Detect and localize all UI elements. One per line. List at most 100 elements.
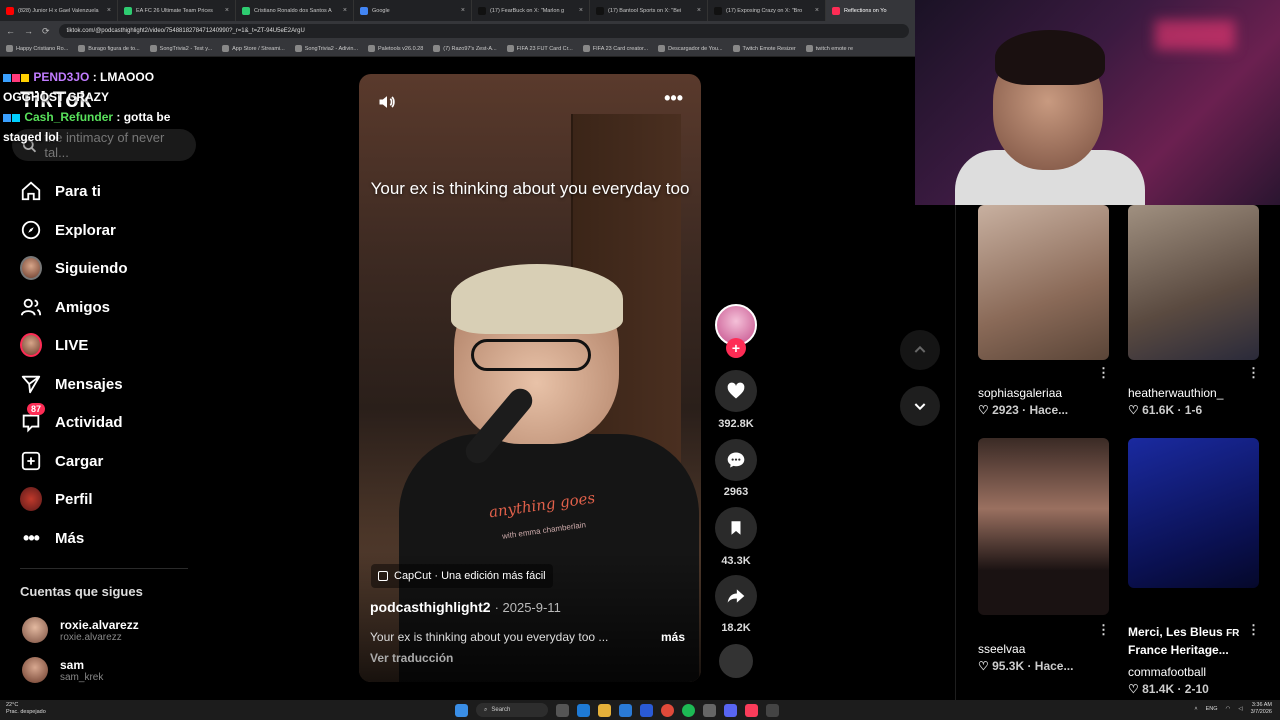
- tab-title: Reflections on Yo: [844, 7, 887, 14]
- video-thumbnail[interactable]: [1128, 438, 1259, 588]
- video-thumbnail[interactable]: [978, 438, 1109, 615]
- mail-icon[interactable]: [640, 703, 653, 717]
- video-thumbnail[interactable]: [978, 205, 1109, 360]
- save-button[interactable]: [715, 507, 757, 549]
- app-icon[interactable]: [766, 703, 779, 717]
- browser-tab[interactable]: EA FC 26 Ultimate Team Prices ×: [118, 0, 236, 21]
- more-options-icon[interactable]: ⋮: [1247, 622, 1260, 638]
- browser-tab[interactable]: (17) Bantool Sports on X: "Bei ×: [590, 0, 708, 21]
- edge-icon[interactable]: [577, 703, 590, 717]
- browser-tab[interactable]: (17) Exposing Crazy on X: "Bro ×: [708, 0, 826, 21]
- follow-plus-icon[interactable]: +: [726, 338, 746, 358]
- bookmark-label: FIFA 23 Card creator...: [592, 45, 649, 52]
- nav-actividad[interactable]: 87 Actividad: [20, 403, 123, 435]
- expand-description-link[interactable]: más: [661, 630, 685, 644]
- more-options-icon[interactable]: ⋮: [1097, 365, 1110, 381]
- volume-icon[interactable]: ◁: [1238, 706, 1242, 712]
- chrome-icon[interactable]: [661, 703, 674, 717]
- bookmark-item[interactable]: Paletools v26.0.28: [368, 45, 423, 52]
- chevron-down-icon: [914, 403, 926, 411]
- bookmark-item[interactable]: SongTrivia2 - Test y...: [149, 45, 212, 52]
- browser-tab[interactable]: Reflections on Yo×: [826, 0, 915, 21]
- app-icon[interactable]: [703, 703, 716, 717]
- music-disc-icon[interactable]: [719, 644, 753, 678]
- bookmark-item[interactable]: Descargador de You...: [658, 45, 723, 52]
- bookmark-item[interactable]: SongTrivia2 - Adivin...: [294, 45, 358, 52]
- nav-para-ti[interactable]: Para ti: [20, 178, 101, 204]
- comment-button[interactable]: [715, 439, 757, 481]
- bookmark-item[interactable]: FIFA 23 Card creator...: [582, 45, 649, 52]
- close-tab-icon[interactable]: ×: [579, 7, 583, 14]
- nav-siguiendo[interactable]: Siguiendo: [20, 255, 128, 281]
- language-indicator[interactable]: ENG: [1206, 706, 1218, 712]
- close-tab-icon[interactable]: ×: [697, 7, 701, 14]
- related-user[interactable]: heatherwauthion_: [1128, 386, 1223, 400]
- related-user[interactable]: sophiasgaleriaa: [978, 386, 1062, 400]
- nav-cargar[interactable]: Cargar: [20, 448, 103, 474]
- bookmark-item[interactable]: Twitch Emote Resizer: [732, 45, 796, 52]
- previous-video-button[interactable]: [900, 330, 940, 370]
- nav-label: Más: [55, 529, 85, 547]
- author-name[interactable]: podcasthighlight2: [370, 599, 491, 615]
- start-icon[interactable]: [455, 703, 468, 717]
- following-account[interactable]: sam sam_krek: [22, 657, 103, 683]
- nav-explorar[interactable]: Explorar: [20, 217, 116, 243]
- discord-icon[interactable]: [724, 703, 737, 717]
- browser-tab[interactable]: (17) FearBuck on X: "Marlon g ×: [472, 0, 590, 21]
- bookmark-item[interactable]: FIFA 23 FUT Card Cr...: [506, 45, 573, 52]
- back-icon[interactable]: ←: [6, 26, 15, 36]
- related-user[interactable]: commafootball: [1128, 665, 1206, 679]
- file-explorer-icon[interactable]: [598, 703, 611, 717]
- more-options-icon[interactable]: ⋮: [1247, 365, 1260, 381]
- volume-icon[interactable]: [377, 92, 397, 117]
- bookmark-label: (7) Razo97's Zest-A...: [443, 45, 497, 52]
- see-translation-link[interactable]: Ver traducción: [370, 651, 453, 665]
- nav-mensajes[interactable]: Mensajes: [20, 371, 123, 397]
- clock[interactable]: 3:36 AM 3/7/2026: [1251, 702, 1272, 716]
- tab-favicon-icon: [478, 6, 486, 15]
- account-name: roxie.alvarezz: [60, 617, 139, 632]
- close-tab-icon[interactable]: ×: [815, 7, 819, 14]
- taskbar-search[interactable]: ⌕ Search: [476, 703, 548, 717]
- more-options-icon[interactable]: ⋮: [1097, 622, 1110, 638]
- video-thumbnail[interactable]: [1128, 205, 1259, 360]
- bookmark-item[interactable]: App Store / Streami...: [222, 45, 285, 52]
- following-account[interactable]: roxie.alvarezz roxie.alvarezz: [22, 617, 139, 643]
- music-icon[interactable]: [745, 703, 758, 717]
- forward-icon[interactable]: →: [24, 26, 33, 36]
- like-button[interactable]: [715, 370, 757, 412]
- more-options-icon[interactable]: •••: [664, 88, 683, 109]
- browser-tab[interactable]: (828) Junior H x Gael Valenzuela ×: [0, 0, 118, 21]
- close-tab-icon[interactable]: ×: [343, 7, 347, 14]
- video-player[interactable]: anything goes with emma chamberlain Your…: [359, 74, 701, 682]
- close-tab-icon[interactable]: ×: [225, 7, 229, 14]
- reload-icon[interactable]: ⟳: [42, 26, 50, 37]
- avatar: [22, 657, 48, 683]
- video-author[interactable]: podcasthighlight2 · 2025-9-11: [370, 599, 561, 615]
- nav-live[interactable]: LIVE: [20, 332, 88, 358]
- chevron-up-icon[interactable]: ˄: [1194, 706, 1197, 712]
- spotify-icon[interactable]: [682, 703, 695, 717]
- close-tab-icon[interactable]: ×: [107, 7, 111, 14]
- store-icon[interactable]: [619, 703, 632, 717]
- task-view-icon[interactable]: [556, 703, 569, 717]
- nav-amigos[interactable]: Amigos: [20, 294, 110, 320]
- nav-perfil[interactable]: Perfil: [20, 486, 93, 512]
- close-tab-icon[interactable]: ×: [461, 7, 465, 14]
- related-user[interactable]: sseelvaa: [978, 642, 1025, 656]
- bookmark-item[interactable]: Burago figura de to...: [78, 45, 140, 52]
- wifi-icon[interactable]: ◠: [1226, 706, 1231, 712]
- bookmark-item[interactable]: twitch emote re: [805, 45, 853, 52]
- bookmark-item[interactable]: (7) Razo97's Zest-A...: [433, 45, 497, 52]
- browser-tab[interactable]: Cristiano Ronaldo dos Santos A ×: [236, 0, 354, 21]
- next-video-button[interactable]: [900, 386, 940, 426]
- browser-tab[interactable]: Google ×: [354, 0, 472, 21]
- share-button[interactable]: [715, 575, 757, 617]
- bookmark-item[interactable]: Happy Cristiano Ro...: [6, 45, 68, 52]
- nav-mas[interactable]: ••• Más: [20, 525, 84, 551]
- capcut-tag[interactable]: CapCut · Una edición más fácil: [371, 564, 553, 588]
- url-field[interactable]: tiktok.com/@podcasthighlight2/video/7548…: [58, 24, 909, 38]
- related-title-line2[interactable]: France Heritage...: [1128, 642, 1229, 659]
- related-title[interactable]: Merci, Les Bleus FR: [1128, 624, 1239, 642]
- weather-widget[interactable]: 22°C Prac. despejado: [6, 702, 46, 716]
